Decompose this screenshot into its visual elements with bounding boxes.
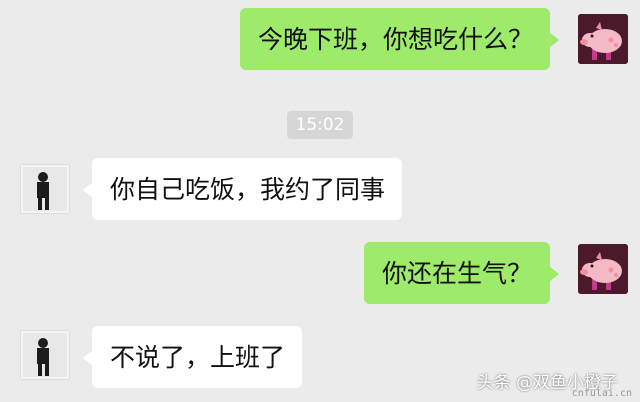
message-text: 不说了，上班了: [110, 342, 286, 372]
message-bubble-sent[interactable]: 你还在生气？: [364, 242, 559, 304]
pig-avatar[interactable]: [578, 14, 628, 64]
pig-icon: [578, 14, 628, 64]
message-row: 你还在生气？: [0, 242, 640, 306]
message-row: 今晚下班，你想吃什么？: [0, 8, 640, 72]
message-bubble-sent[interactable]: 今晚下班，你想吃什么？: [240, 8, 559, 70]
timestamp: 15:02: [287, 111, 353, 139]
person-avatar[interactable]: [20, 330, 70, 380]
person-avatar[interactable]: [20, 164, 70, 214]
message-row: 你自己吃饭，我约了同事: [0, 158, 640, 222]
person-icon: [21, 331, 69, 379]
pig-icon: [578, 244, 628, 294]
person-icon: [21, 165, 69, 213]
message-bubble-received[interactable]: 不说了，上班了: [83, 326, 302, 388]
message-text: 你还在生气？: [382, 258, 533, 288]
message-text: 你自己吃饭，我约了同事: [110, 174, 386, 204]
watermark-url: cnfulai.cn: [571, 388, 632, 399]
message-text: 今晚下班，你想吃什么？: [258, 24, 534, 54]
message-bubble-received[interactable]: 你自己吃饭，我约了同事: [83, 158, 402, 220]
pig-avatar[interactable]: [578, 244, 628, 294]
